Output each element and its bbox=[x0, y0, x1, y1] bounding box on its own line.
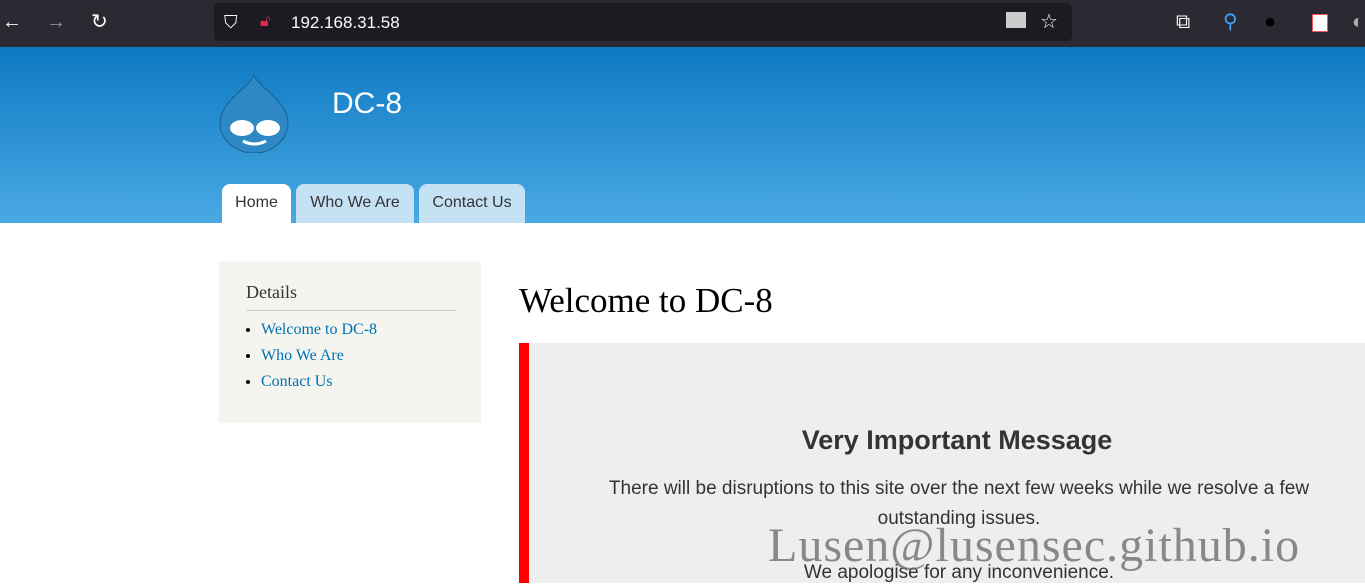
sidebar-details: Details Welcome to DC-8 Who We Are Conta… bbox=[219, 261, 481, 423]
pin-icon[interactable]: ⚲ bbox=[1223, 10, 1238, 34]
message-heading: Very Important Message bbox=[801, 425, 1113, 455]
account-icon[interactable]: ◐ bbox=[1352, 10, 1364, 34]
back-icon[interactable]: ← bbox=[2, 10, 22, 34]
reload-icon[interactable]: ↻ bbox=[91, 10, 108, 34]
bookmark-star-icon[interactable]: ☆ bbox=[1040, 10, 1058, 34]
sidebar-link-welcome[interactable]: Welcome to DC-8 bbox=[261, 321, 377, 338]
site-name[interactable]: DC-8 bbox=[332, 87, 402, 121]
url-text[interactable]: 192.168.31.58 bbox=[291, 13, 400, 33]
shield-icon[interactable]: ⛉ bbox=[224, 10, 238, 34]
page-title: Welcome to DC-8 bbox=[519, 281, 773, 320]
sidebar-link-who-we-are[interactable]: Who We Are bbox=[261, 347, 344, 364]
extension-icon[interactable] bbox=[1312, 14, 1328, 32]
sidebar-link-contact-us[interactable]: Contact Us bbox=[261, 373, 333, 390]
insecure-lock-icon[interactable]: 🔓︎ bbox=[260, 10, 270, 34]
address-bar[interactable]: ⛉ 🔓︎ 192.168.31.58 ☆ bbox=[214, 3, 1072, 41]
site-header: DC-8 Home Who We Are Contact Us bbox=[0, 47, 1365, 223]
tab-who-we-are[interactable]: Who We Are bbox=[296, 184, 414, 223]
forward-icon[interactable]: → bbox=[46, 10, 66, 34]
watermark: Lusen@lusensec.github.io bbox=[768, 519, 1301, 572]
tab-contact-us[interactable]: Contact Us bbox=[419, 184, 525, 223]
sidebar-title: Details bbox=[246, 282, 456, 311]
reader-icon[interactable] bbox=[1006, 12, 1026, 28]
extensions-icon[interactable]: ⧉ bbox=[1176, 10, 1190, 34]
tab-home[interactable]: Home bbox=[222, 184, 291, 223]
hat-icon[interactable]: ● bbox=[1264, 10, 1276, 34]
browser-toolbar: ← → ↻ ⛉ 🔓︎ 192.168.31.58 ☆ ⧉ ⚲ ● ◐ bbox=[0, 0, 1365, 47]
drupal-logo[interactable] bbox=[218, 73, 290, 153]
